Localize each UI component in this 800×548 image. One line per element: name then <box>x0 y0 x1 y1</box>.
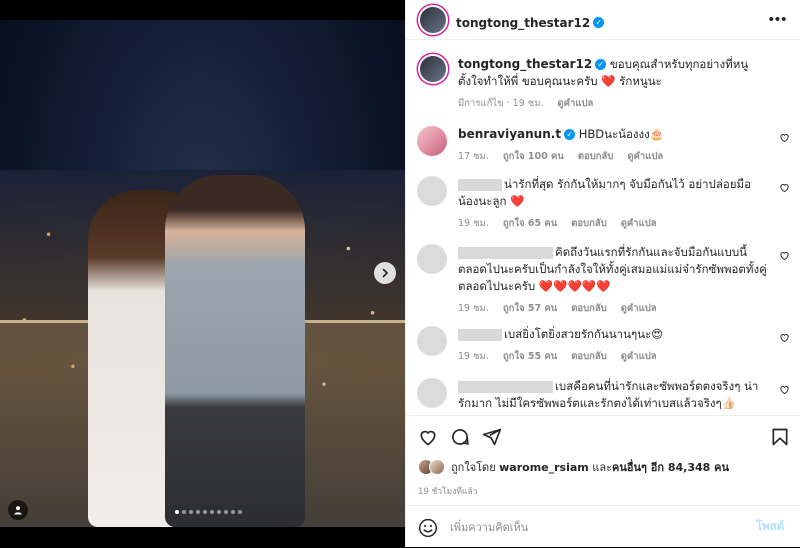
comment-item: น่ารักที่สุด รักกันให้มากๆ จับมือกันไว้ … <box>406 176 800 232</box>
comment-time: 19 ชม. <box>458 351 489 362</box>
post-time[interactable]: 19 ชั่วโมงที่แล้ว <box>418 484 477 498</box>
add-comment-bar: โพสต์ <box>406 505 800 548</box>
like-comment-heart-icon[interactable] <box>779 250 790 261</box>
comment-item: คิดถึงวันแรกที่รักกันและจับมือกันแบบนี้ต… <box>406 244 800 318</box>
commenter-avatar[interactable] <box>417 126 447 156</box>
comment-time: 19 ชม. <box>458 218 489 229</box>
like-comment-heart-icon[interactable] <box>779 182 790 193</box>
post-photo <box>0 20 405 527</box>
commenter-avatar[interactable] <box>417 176 447 206</box>
share-icon[interactable] <box>482 427 502 447</box>
verified-icon: ✓ <box>593 17 605 28</box>
likes-prefix: ถูกใจโดย <box>451 461 496 474</box>
comment-meta: 17 ชม. ถูกใจ 100 คน ตอบกลับ ดูคำแปล <box>458 148 770 165</box>
comment-text: เบสยิ่งโตยิ่งสวยรักกันนานๆนะ😍 <box>504 327 664 341</box>
caption-meta: มีการแก้ไข · 19 ชม. ดูคำแปล <box>458 95 770 112</box>
translate-link[interactable]: ดูคำแปล <box>627 148 663 165</box>
reply-link[interactable]: ตอบกลับ <box>578 148 614 165</box>
commenter-avatar[interactable] <box>417 378 447 408</box>
comment-time: 19 ชม. <box>458 303 489 314</box>
comment-time: 17 ชม. <box>458 151 489 162</box>
caption-time: 19 ชม. <box>512 98 544 109</box>
liker-avatar <box>429 459 445 475</box>
comment-icon[interactable] <box>450 427 470 447</box>
post-header: tongtong_thestar12 ✓ ••• <box>406 0 800 40</box>
comment-text: HBDนะน้องงง🎂 <box>578 127 665 141</box>
commenter-username[interactable]: benraviyanun.t <box>458 127 561 141</box>
chevron-right-icon <box>382 268 389 278</box>
comment-item: เบสคือคนที่น่ารักและซัพพอร์ตตงจริงๆ น่าร… <box>406 378 800 415</box>
liker-username[interactable]: warome_rsiam <box>499 461 589 474</box>
carousel-dot <box>175 510 179 514</box>
comment-item: benraviyanun.t ✓ HBDนะน้องงง🎂 17 ชม. ถูกใ… <box>406 126 800 174</box>
post-detail-panel: tongtong_thestar12 ✓ ••• tongtong_thestar… <box>405 0 800 547</box>
reply-link[interactable]: ตอบกลับ <box>571 348 607 365</box>
author-username[interactable]: tongtong_thestar12 <box>456 16 590 30</box>
likes-summary: ถูกใจโดย warome_rsiam และ คนอื่นๆ อีก 84… <box>418 458 729 476</box>
carousel-dot <box>231 510 235 514</box>
comment-likes-link[interactable]: ถูกใจ 65 คน <box>503 215 557 232</box>
hidden-username <box>458 178 502 191</box>
commenter-avatar[interactable] <box>417 326 447 356</box>
like-comment-heart-icon[interactable] <box>779 332 790 343</box>
more-options-button[interactable]: ••• <box>766 12 790 28</box>
caption: tongtong_thestar12 ✓ ขอบคุณสำหรับทุกอย่าง… <box>406 56 800 116</box>
comment-meta: 19 ชม. ถูกใจ 57 คน ตอบกลับ ดูคำแปล <box>458 300 770 317</box>
heart-icon[interactable] <box>418 427 438 447</box>
carousel-dot <box>210 510 214 514</box>
author-avatar[interactable] <box>420 7 446 33</box>
comment-likes-link[interactable]: ถูกใจ 100 คน <box>503 148 564 165</box>
comment-likes-link[interactable]: ถูกใจ 55 คน <box>503 348 557 365</box>
carousel-dot <box>196 510 200 514</box>
carousel-dot <box>224 510 228 514</box>
carousel-dot <box>182 510 186 514</box>
tag-user-icon <box>14 506 22 515</box>
caption-username[interactable]: tongtong_thestar12 <box>458 57 592 71</box>
post-media[interactable] <box>0 0 405 547</box>
commenter-avatar[interactable] <box>417 244 447 274</box>
reply-link[interactable]: ตอบกลับ <box>571 215 607 232</box>
edited-label: มีการแก้ไข <box>458 98 504 109</box>
man-figure <box>165 175 305 527</box>
like-comment-heart-icon[interactable] <box>779 132 790 143</box>
carousel-dot <box>217 510 221 514</box>
caption-avatar[interactable] <box>420 56 446 82</box>
comments-list[interactable]: tongtong_thestar12 ✓ ขอบคุณสำหรับทุกอย่าง… <box>406 40 800 415</box>
carousel-dot <box>189 510 193 514</box>
comment-item: เบสยิ่งโตยิ่งสวยรักกันนานๆนะ😍 19 ชม. ถูก… <box>406 326 800 366</box>
likes-connector: และ <box>592 461 613 474</box>
verified-icon: ✓ <box>564 129 576 140</box>
post-actions <box>406 415 800 456</box>
caption-translate-link[interactable]: ดูคำแปล <box>558 95 594 112</box>
reply-link[interactable]: ตอบกลับ <box>571 300 607 317</box>
hidden-username <box>458 246 553 259</box>
post-comment-button[interactable]: โพสต์ <box>756 518 784 536</box>
carousel-dot <box>238 510 242 514</box>
hidden-username <box>458 328 502 341</box>
hidden-username <box>458 380 553 393</box>
next-image-button[interactable] <box>374 262 396 284</box>
emoji-icon[interactable] <box>418 518 438 538</box>
like-comment-heart-icon[interactable] <box>779 384 790 395</box>
comment-likes-link[interactable]: ถูกใจ 57 คน <box>503 300 557 317</box>
translate-link[interactable]: ดูคำแปล <box>621 215 657 232</box>
comment-input[interactable] <box>450 517 740 537</box>
comment-meta: 19 ชม. ถูกใจ 55 คน ตอบกลับ ดูคำแปล <box>458 348 770 365</box>
carousel-dot <box>203 510 207 514</box>
comment-meta: 19 ชม. ถูกใจ 65 คน ตอบกลับ ดูคำแปล <box>458 215 770 232</box>
more-icon: ••• <box>768 11 788 28</box>
verified-icon: ✓ <box>595 59 607 70</box>
likes-others-link[interactable]: คนอื่นๆ อีก 84,348 คน <box>612 458 729 476</box>
tagged-users-button[interactable] <box>8 500 28 520</box>
translate-link[interactable]: ดูคำแปล <box>621 348 657 365</box>
translate-link[interactable]: ดูคำแปล <box>621 300 657 317</box>
bookmark-icon[interactable] <box>770 427 790 447</box>
carousel-indicator <box>175 510 242 514</box>
